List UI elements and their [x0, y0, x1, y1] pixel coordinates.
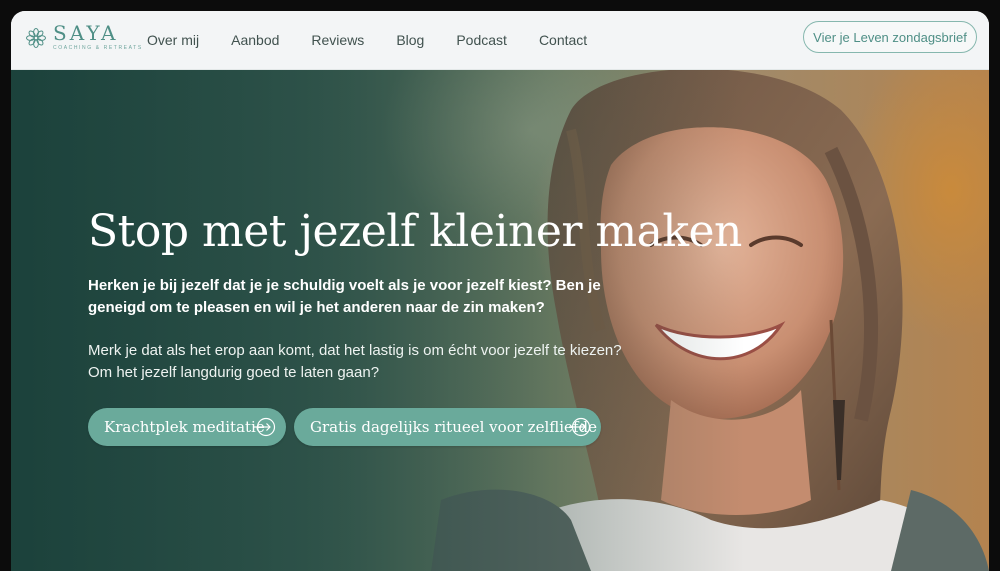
newsletter-button[interactable]: Vier je Leven zondagsbrief: [803, 21, 977, 53]
nav-blog[interactable]: Blog: [396, 32, 424, 48]
main-nav: Over mij Aanbod Reviews Blog Podcast Con…: [147, 11, 619, 69]
ritueel-zelfliefde-button[interactable]: Gratis dagelijks ritueel voor zelfliefde: [294, 408, 601, 446]
hero-body: Merk je dat als het erop aan komt, dat h…: [88, 342, 622, 381]
krachtplek-meditatie-button[interactable]: Krachtplek meditatie: [88, 408, 286, 446]
nav-contact[interactable]: Contact: [539, 32, 587, 48]
hero-overlay: [11, 70, 989, 571]
hero-title: Stop met jezelf kleiner maken: [88, 206, 742, 257]
logo-tagline: COACHING & RETREATS: [53, 45, 143, 51]
browser-frame: SAYA COACHING & RETREATS Over mij Aanbod…: [11, 11, 989, 571]
site-header: SAYA COACHING & RETREATS Over mij Aanbod…: [11, 11, 989, 70]
arrow-circle-icon: [254, 417, 276, 437]
hero-section: Stop met jezelf kleiner maken Herken je …: [11, 70, 989, 571]
button-label: Krachtplek meditatie: [104, 418, 265, 436]
nav-over-mij[interactable]: Over mij: [147, 32, 199, 48]
logo-wordmark: SAYA: [53, 21, 119, 45]
button-label: Gratis dagelijks ritueel voor zelfliefde: [310, 418, 597, 436]
mandala-icon: [26, 27, 46, 48]
nav-podcast[interactable]: Podcast: [456, 32, 507, 48]
nav-reviews[interactable]: Reviews: [311, 32, 364, 48]
arrow-circle-icon: [569, 417, 591, 437]
nav-aanbod[interactable]: Aanbod: [231, 32, 279, 48]
logo[interactable]: SAYA COACHING & RETREATS: [24, 23, 143, 52]
hero-lead: Herken je bij jezelf dat je je schuldig …: [88, 277, 601, 316]
